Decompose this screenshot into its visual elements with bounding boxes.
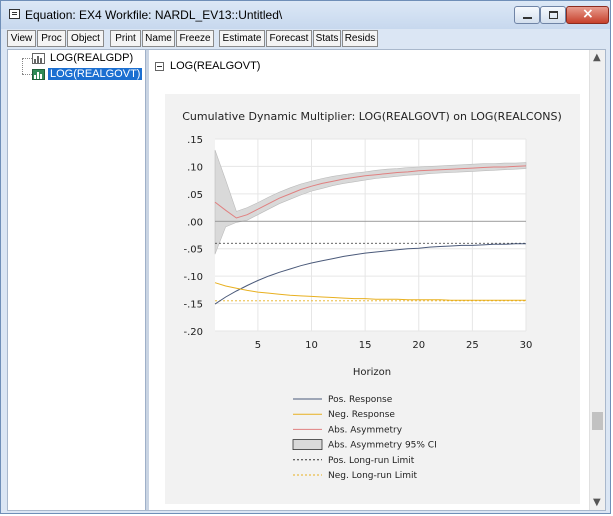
equation-window: Equation: EX4 Workfile: NARDL_EV13::Unti… <box>0 0 611 514</box>
legend-label: Abs. Asymmetry 95% CI <box>328 441 437 451</box>
window-menu-icon[interactable] <box>9 9 20 19</box>
window-title: Equation: EX4 Workfile: NARDL_EV13::Unti… <box>25 8 283 22</box>
graph-icon <box>32 69 45 80</box>
x-tick-label: 15 <box>359 340 372 351</box>
graph-icon <box>32 53 45 64</box>
maximize-button[interactable] <box>540 6 566 24</box>
y-tick-label: .15 <box>187 135 203 146</box>
legend-label: Neg. Long-run Limit <box>328 471 417 481</box>
x-axis-label: Horizon <box>353 367 391 378</box>
print-button[interactable]: Print <box>110 30 141 47</box>
estimate-button[interactable]: Estimate <box>219 30 265 47</box>
legend-label: Abs. Asymmetry <box>328 425 403 435</box>
chart-title: Cumulative Dynamic Multiplier: LOG(REALG… <box>182 110 562 123</box>
y-tick-label: -.15 <box>183 300 203 311</box>
tree-item-label: LOG(REALGDP) <box>50 52 134 64</box>
graph-node-header[interactable]: LOG(REALGOVT) <box>155 60 260 72</box>
view-button[interactable]: View <box>7 30 36 47</box>
resids-button[interactable]: Resids <box>342 30 378 47</box>
forecast-button[interactable]: Forecast <box>266 30 312 47</box>
y-tick-label: -.10 <box>183 272 203 283</box>
y-tick-label: -.20 <box>183 327 203 338</box>
scroll-down-icon[interactable]: ▼ <box>593 497 601 508</box>
x-tick-label: 25 <box>466 340 479 351</box>
graph-pane: LOG(REALGOVT) Cumulative Dynamic Multipl… <box>149 50 589 510</box>
y-tick-label: -.05 <box>183 245 203 256</box>
scroll-up-icon[interactable]: ▲ <box>593 52 601 63</box>
legend-label: Pos. Long-run Limit <box>328 456 415 466</box>
y-tick-label: .10 <box>187 162 203 173</box>
name-button[interactable]: Name <box>142 30 175 47</box>
tree-connector <box>22 58 32 59</box>
tree-item-label: LOG(REALGOVT) <box>48 68 143 80</box>
legend-label: Neg. Response <box>328 410 395 420</box>
chart-frame: Cumulative Dynamic Multiplier: LOG(REALG… <box>165 94 580 504</box>
scrollbar-thumb[interactable] <box>592 412 603 430</box>
tree-connector <box>22 74 32 75</box>
x-tick-label: 30 <box>520 340 533 351</box>
x-tick-label: 20 <box>412 340 425 351</box>
y-tick-label: .05 <box>187 190 203 201</box>
y-tick-label: .00 <box>187 217 203 228</box>
legend-label: Pos. Response <box>328 395 393 405</box>
minimize-icon <box>523 17 532 19</box>
stats-button[interactable]: Stats <box>313 30 341 47</box>
vertical-scrollbar[interactable]: ▲ ▼ <box>589 50 605 510</box>
tree-pane: LOG(REALGDP) LOG(REALGOVT) <box>8 50 145 510</box>
minimize-button[interactable] <box>514 6 540 24</box>
content-area: LOG(REALGDP) LOG(REALGOVT) LOG(REALGOVT)… <box>7 49 606 511</box>
maximize-icon <box>549 11 558 19</box>
close-button[interactable]: × <box>566 6 609 24</box>
object-button[interactable]: Object <box>67 30 104 47</box>
tree-connector <box>22 58 23 74</box>
x-tick-label: 10 <box>305 340 318 351</box>
graph-node-label: LOG(REALGOVT) <box>170 60 261 72</box>
close-icon: × <box>582 6 594 22</box>
proc-button[interactable]: Proc <box>37 30 66 47</box>
legend-swatch <box>292 439 323 451</box>
collapse-icon[interactable] <box>155 61 164 71</box>
freeze-button[interactable]: Freeze <box>176 30 214 47</box>
title-bar[interactable]: Equation: EX4 Workfile: NARDL_EV13::Unti… <box>1 1 610 29</box>
x-tick-label: 5 <box>255 340 261 351</box>
multiplier-chart: Cumulative Dynamic Multiplier: LOG(REALG… <box>182 110 562 481</box>
